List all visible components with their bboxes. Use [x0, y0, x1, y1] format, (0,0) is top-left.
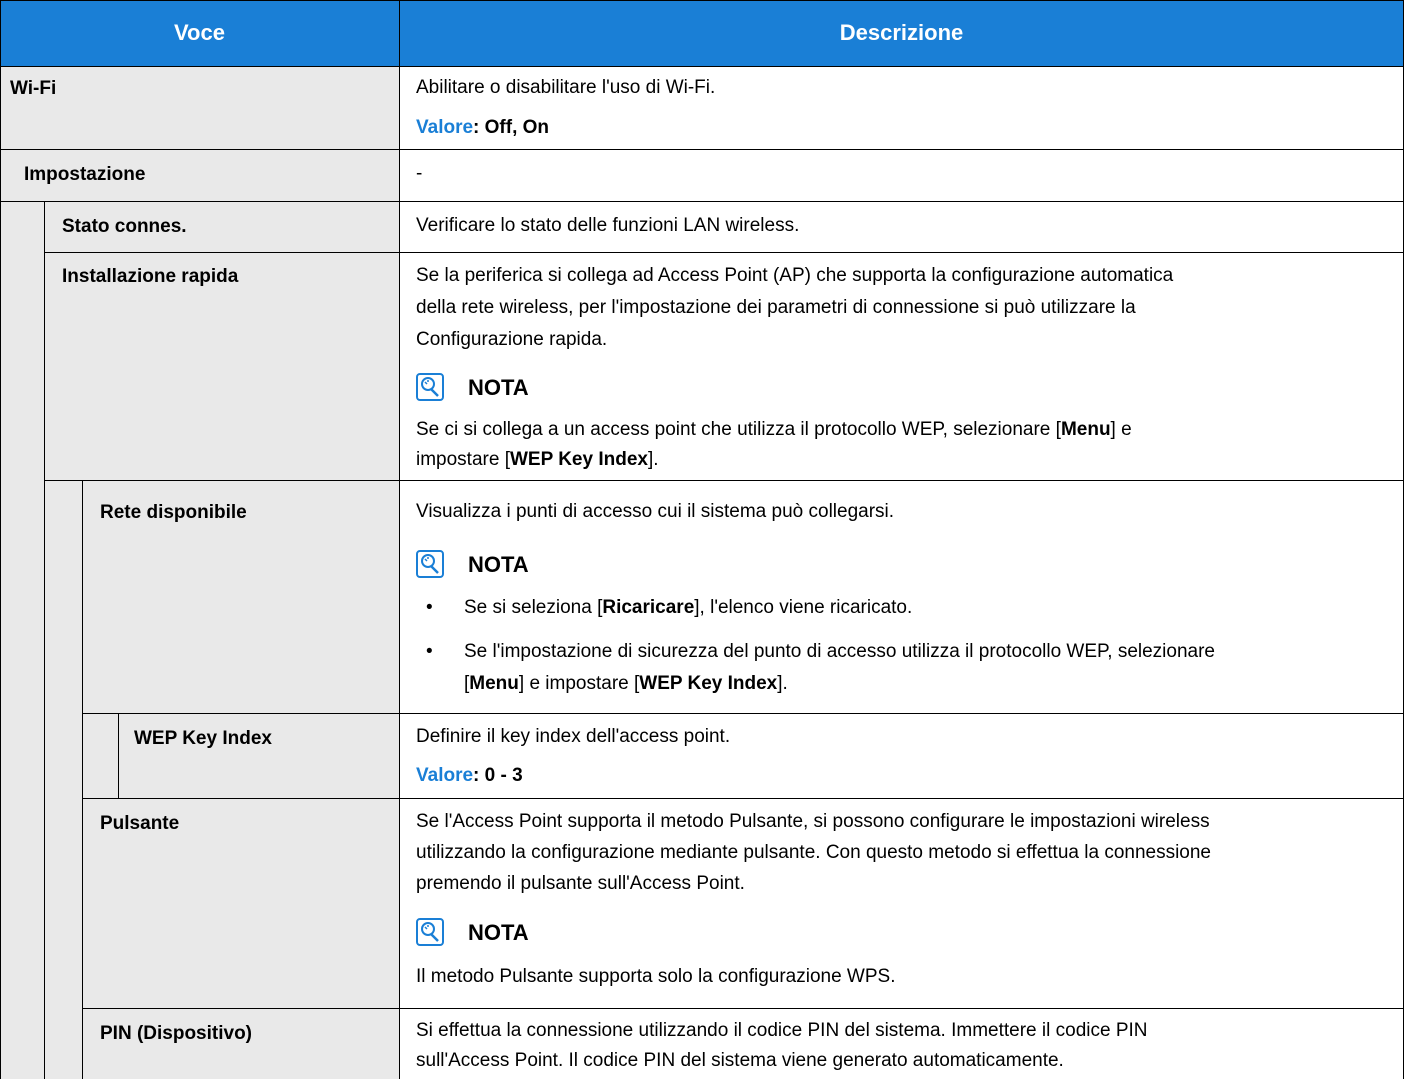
installazione-nota-line: impostare [WEP Key Index].: [416, 449, 659, 470]
bullet-icon: •: [426, 641, 433, 662]
wifi-label: Wi-Fi: [10, 78, 57, 99]
column-header-voce: Voce: [0, 0, 399, 66]
wep-row-shade: [118, 713, 399, 798]
pulsante-description-line: premendo il pulsante sull'Access Point.: [416, 873, 745, 894]
row-separator: [82, 798, 1404, 799]
row-separator: [0, 201, 1404, 202]
rete-label: Rete disponibile: [100, 502, 247, 523]
installazione-description-line: Configurazione rapida.: [416, 329, 608, 350]
row-separator: [44, 252, 1404, 253]
table-top-border: [0, 0, 1404, 1]
pin-description-line: Si effettua la connessione utilizzando i…: [416, 1020, 1148, 1041]
pulsante-description-line: utilizzando la configurazione mediante p…: [416, 842, 1212, 863]
impostazione-label: Impostazione: [24, 164, 146, 185]
column-header-descrizione: Descrizione: [399, 0, 1404, 66]
indent-divider: [82, 480, 83, 1079]
lightbulb-note-icon: [416, 550, 444, 583]
rete-bullet-continuation: [Menu] e impostare [WEP Key Index].: [464, 673, 788, 694]
valore-key: Valore: [416, 117, 474, 138]
wifi-description: Abilitare o disabilitare l'uso di Wi-Fi.: [416, 77, 716, 98]
pulsante-nota-text: Il metodo Pulsante supporta solo la conf…: [416, 966, 896, 987]
row-separator: [82, 1008, 1404, 1009]
nota-label: NOTA: [468, 552, 529, 577]
bullet-icon: •: [426, 597, 433, 618]
valore-key: Valore: [416, 765, 474, 786]
stato-description: Verificare lo stato delle funzioni LAN w…: [416, 215, 800, 236]
lightbulb-note-icon: [416, 918, 444, 951]
bullet-text: Se si seleziona [Ricaricare], l'elenco v…: [464, 597, 913, 618]
valore-value: : Off, On: [473, 117, 550, 138]
wifi-row-shade: [0, 66, 399, 149]
indent-level2-shade: [44, 480, 82, 1079]
lightbulb-note-icon: [416, 373, 444, 406]
nota-label: NOTA: [468, 375, 529, 400]
stato-label: Stato connes.: [62, 216, 187, 237]
row-separator: [82, 713, 1404, 714]
impostazione-description: -: [416, 163, 423, 184]
wep-label: WEP Key Index: [134, 728, 272, 749]
wifi-valore: Valore: Off, On: [416, 117, 549, 139]
pin-label: PIN (Dispositivo): [100, 1023, 253, 1044]
indent-divider: [118, 713, 119, 798]
column-divider: [399, 0, 400, 1079]
wep-description: Definire il key index dell'access point.: [416, 726, 731, 747]
bullet-text: Se l'impostazione di sicurezza del punto…: [464, 641, 1215, 662]
indent-level3-shade: [82, 713, 118, 798]
nota-label: NOTA: [468, 920, 529, 945]
wep-valore: Valore: 0 - 3: [416, 765, 523, 787]
installazione-label: Installazione rapida: [62, 266, 239, 287]
indent-level1-shade: [0, 201, 44, 1079]
pin-description-line: sull'Access Point. Il codice PIN del sis…: [416, 1050, 1064, 1071]
row-separator: [0, 66, 1404, 67]
row-separator: [44, 480, 1404, 481]
table-left-border: [0, 0, 1, 1079]
valore-value: : 0 - 3: [473, 765, 523, 786]
indent-divider: [44, 201, 45, 1079]
installazione-description-line: della rete wireless, per l'impostazione …: [416, 297, 1136, 318]
installazione-description-line: Se la periferica si collega ad Access Po…: [416, 265, 1174, 286]
pulsante-description-line: Se l'Access Point supporta il metodo Pul…: [416, 811, 1210, 832]
pulsante-label: Pulsante: [100, 813, 180, 834]
installazione-nota-line: Se ci si collega a un access point che u…: [416, 419, 1132, 440]
row-separator: [0, 149, 1404, 150]
rete-description: Visualizza i punti di accesso cui il sis…: [416, 501, 895, 522]
